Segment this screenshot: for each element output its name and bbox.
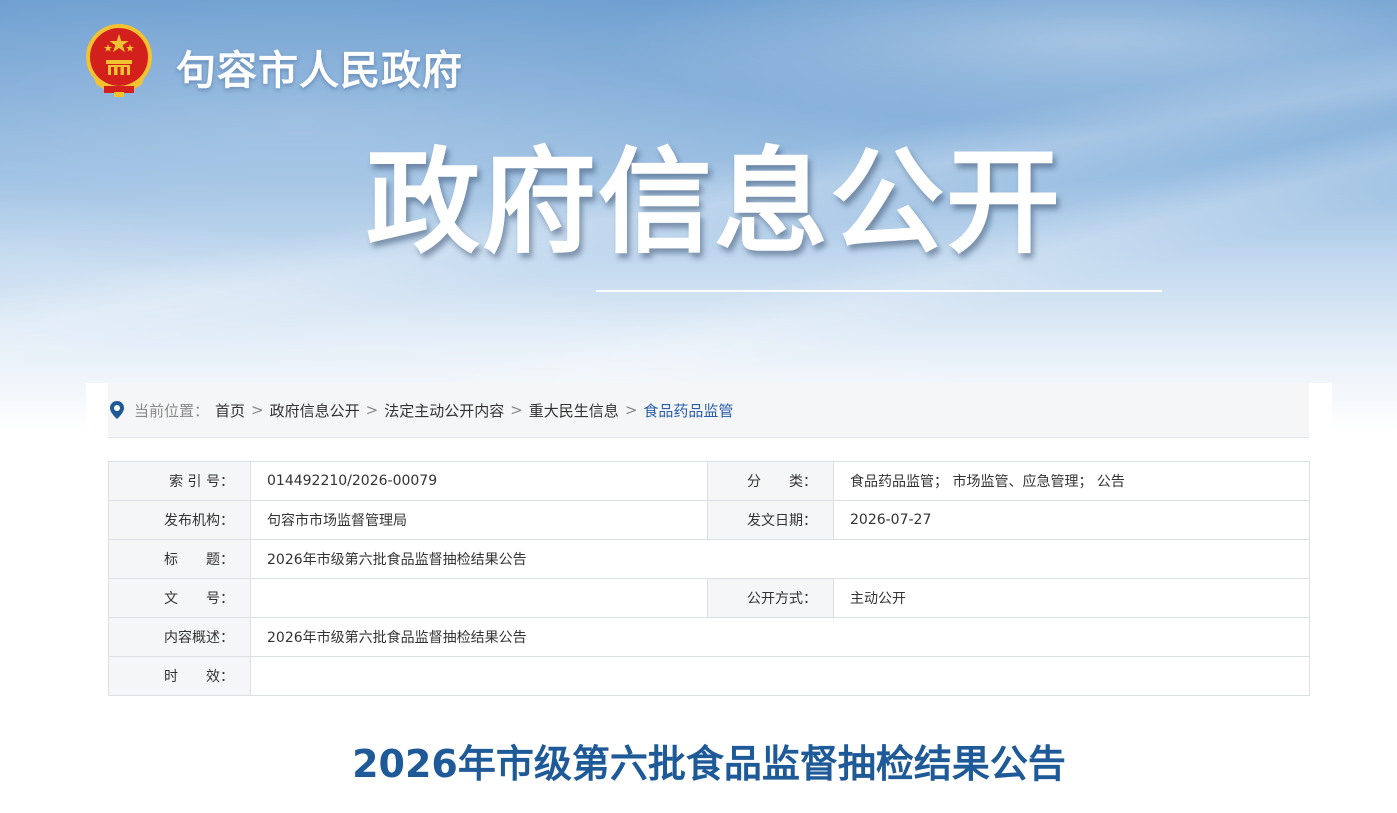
breadcrumb-food-drug[interactable]: 食品药品监管 — [643, 400, 733, 421]
breadcrumb-home[interactable]: 首页 — [215, 400, 245, 421]
main-content: 当前位置： 首页 > 政府信息公开 > 法定主动公开内容 > 重大民生信息 > … — [86, 383, 1332, 813]
banner-title: 政府信息公开 — [366, 136, 1063, 269]
breadcrumb-separator: > — [624, 401, 638, 419]
breadcrumb-separator: > — [251, 401, 264, 419]
table-row: 文 号： 公开方式： 主动公开 — [108, 578, 1310, 618]
validity-value — [250, 656, 1310, 696]
publisher-value: 句容市市场监督管理局 — [250, 500, 708, 540]
open-mode-label: 公开方式： — [707, 578, 834, 618]
breadcrumb-separator: > — [510, 401, 523, 419]
table-row: 发布机构： 句容市市场监督管理局 发文日期： 2026-07-27 — [108, 500, 1310, 540]
summary-value: 2026年市级第六批食品监督抽检结果公告 — [250, 617, 1310, 657]
date-value: 2026-07-27 — [833, 500, 1310, 540]
index-no-value: 014492210/2026-00079 — [250, 461, 708, 501]
open-mode-value: 主动公开 — [833, 578, 1310, 618]
doc-no-label: 文 号： — [108, 578, 251, 618]
breadcrumb-label: 当前位置： — [134, 401, 210, 420]
summary-label: 内容概述： — [108, 617, 251, 657]
title-underline — [596, 290, 1162, 292]
category-label: 分 类： — [707, 461, 834, 501]
metadata-table: 索 引 号： 014492210/2026-00079 分 类： 食品药品监管；… — [108, 461, 1310, 696]
table-row: 内容概述： 2026年市级第六批食品监督抽检结果公告 — [108, 617, 1310, 657]
article-title: 2026年市级第六批食品监督抽检结果公告 — [352, 742, 1066, 786]
validity-label: 时 效： — [108, 656, 251, 696]
category-value: 食品药品监管； 市场监管、应急管理； 公告 — [833, 461, 1310, 501]
breadcrumb-statutory[interactable]: 法定主动公开内容 — [384, 400, 504, 421]
date-label: 发文日期： — [707, 500, 834, 540]
breadcrumb-livelihood[interactable]: 重大民生信息 — [529, 400, 619, 421]
breadcrumb-separator: > — [365, 401, 379, 419]
breadcrumb: 当前位置： 首页 > 政府信息公开 > 法定主动公开内容 > 重大民生信息 > … — [108, 383, 1309, 438]
national-emblem-icon — [86, 24, 152, 97]
site-name[interactable]: 句容市人民政府 — [176, 38, 463, 96]
table-row: 索 引 号： 014492210/2026-00079 分 类： 食品药品监管；… — [108, 461, 1310, 501]
index-no-label: 索 引 号： — [108, 461, 251, 501]
title-value: 2026年市级第六批食品监督抽检结果公告 — [250, 539, 1310, 579]
table-row: 时 效： — [108, 656, 1310, 696]
doc-no-value — [250, 578, 708, 618]
title-label: 标 题： — [108, 539, 251, 579]
breadcrumb-gov-info[interactable]: 政府信息公开 — [270, 400, 360, 421]
publisher-label: 发布机构： — [108, 500, 251, 540]
location-pin-icon — [110, 401, 124, 419]
table-row: 标 题： 2026年市级第六批食品监督抽检结果公告 — [108, 539, 1310, 579]
